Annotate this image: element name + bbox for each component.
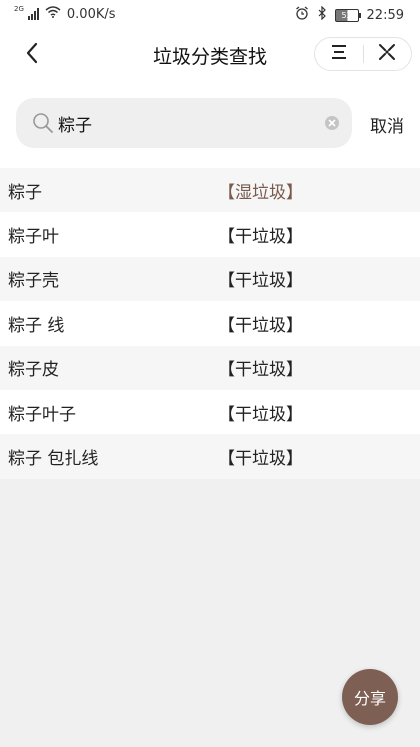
result-row[interactable]: 粽子 【湿垃圾】 [0,168,420,213]
result-row[interactable]: 粽子 包扎线 【干垃圾】 [0,434,420,479]
search-input[interactable] [54,107,324,139]
clock: 22:59 [366,7,404,23]
cancel-button[interactable]: 取消 [370,112,404,137]
item-category: 【干垃圾】 [218,360,303,381]
item-category: 【湿垃圾】 [218,182,303,203]
results-list: 粽子 【湿垃圾】 粽子叶 【干垃圾】 粽子壳 【干垃圾】 粽子 线 【干垃圾】 … [0,168,420,479]
item-category: 【干垃圾】 [218,449,303,470]
item-name: 粽子 包扎线 [8,449,99,470]
signal-icon [27,8,39,20]
mini-program-capsule [314,37,412,71]
result-row[interactable]: 粽子叶子 【干垃圾】 [0,389,420,435]
bluetooth-icon [317,5,327,24]
result-row[interactable]: 粽子 线 【干垃圾】 [0,301,420,346]
search-icon [32,112,54,134]
item-name: 粽子 [8,182,42,203]
close-button[interactable] [364,38,412,70]
close-icon [377,42,397,66]
result-row[interactable]: 粽子壳 【干垃圾】 [0,256,420,302]
item-name: 粽子皮 [8,360,59,381]
item-name: 粽子叶子 [8,404,76,425]
alarm-icon [295,6,309,24]
network-speed: 0.00K/s [66,6,116,22]
search-area: 取消 [0,80,420,168]
menu-icon [330,44,348,64]
nav-header: 垃圾分类查找 [0,30,420,80]
item-name: 粽子 线 [8,315,65,336]
clear-icon[interactable] [324,115,340,131]
status-right: 52 22:59 [295,5,404,24]
item-name: 粽子叶 [8,227,59,248]
battery-indicator: 52 [334,8,361,22]
menu-button[interactable] [315,38,363,70]
wifi-icon [45,6,61,22]
item-name: 粽子壳 [8,271,59,292]
search-box [16,98,352,148]
status-left: 2G 0.00K/s [14,5,116,22]
item-category: 【干垃圾】 [218,315,303,336]
network-type: 2G [14,5,24,13]
item-category: 【干垃圾】 [218,271,303,292]
status-bar: 2G 0.00K/s 52 22:59 [0,0,420,30]
share-button[interactable]: 分享 [342,669,398,725]
result-row[interactable]: 粽子皮 【干垃圾】 [0,345,420,390]
result-row[interactable]: 粽子叶 【干垃圾】 [0,212,420,257]
item-category: 【干垃圾】 [218,227,303,248]
item-category: 【干垃圾】 [218,404,303,425]
